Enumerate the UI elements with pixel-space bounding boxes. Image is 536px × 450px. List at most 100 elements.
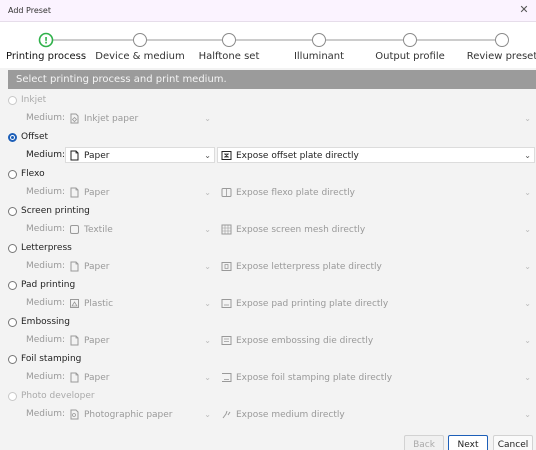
exposure-value: Expose letterpress plate directly (236, 262, 382, 272)
chevron-down-icon: ⌄ (524, 188, 531, 197)
step-pending-icon[interactable] (403, 33, 417, 47)
process-name: Pad printing (21, 280, 76, 290)
exposure-dropdown: Expose medium directly ⌄ (217, 406, 535, 422)
radio-unchecked-icon[interactable] (8, 206, 17, 216)
medium-row: Medium: Photographic paper ⌄ Expose medium … (8, 406, 536, 422)
radio-unchecked-icon[interactable] (8, 169, 17, 179)
medium-row: Medium: Plastic ⌄ Expose pad printing plate… (8, 295, 536, 311)
medium-value: Plastic (84, 299, 114, 309)
medium-row: Medium: Paper ⌄ Expose flexo plate directly… (8, 184, 536, 200)
medium-row: Medium: Textile ⌄ Expose screen mesh direct… (8, 221, 536, 237)
exposure-value: Expose medium directly (236, 410, 345, 420)
step-label[interactable]: Device & medium (95, 51, 184, 62)
step-label[interactable]: Output profile (375, 51, 445, 62)
medium-label: Medium: (26, 224, 66, 234)
radio-unchecked-icon[interactable] (8, 280, 17, 290)
medium-label: Medium: (26, 335, 66, 345)
medium-value: Paper (84, 188, 110, 198)
process-option[interactable]: Foil stamping (8, 352, 81, 366)
radio-checked-icon[interactable] (8, 132, 17, 142)
chevron-down-icon: ⌄ (204, 262, 211, 271)
exposure-dropdown[interactable]: Expose embossing die directly ⌄ (217, 332, 535, 348)
medium-value: Paper (84, 262, 110, 272)
step-label[interactable]: Halftone set (199, 51, 260, 62)
exposure-dropdown[interactable]: Expose pad printing plate directly ⌄ (217, 295, 535, 311)
medium-label: Medium: (26, 261, 66, 271)
chevron-down-icon: ⌄ (524, 225, 531, 234)
title-bar: Add Preset ✕ (0, 0, 536, 22)
window-title: Add Preset (8, 6, 51, 15)
process-option[interactable]: Flexo (8, 167, 45, 181)
chevron-down-icon: ⌄ (524, 299, 531, 308)
radio-unchecked-icon (8, 95, 17, 105)
medium-label: Medium: (26, 113, 66, 123)
exposure-dropdown[interactable]: Expose offset plate directly ⌄ (217, 147, 535, 163)
back-button[interactable]: Back (404, 435, 444, 450)
exposure-dropdown[interactable]: Expose flexo plate directly ⌄ (217, 184, 535, 200)
chevron-down-icon: ⌄ (524, 410, 531, 419)
medium-dropdown[interactable]: Paper ⌄ (65, 184, 215, 200)
medium-dropdown: Photographic paper ⌄ (65, 406, 215, 422)
exposure-value: Expose offset plate directly (236, 151, 359, 161)
instruction-banner: Select printing process and print medium… (8, 70, 536, 89)
step-pending-icon[interactable] (312, 33, 326, 47)
radio-unchecked-icon[interactable] (8, 317, 17, 327)
close-icon[interactable]: ✕ (516, 2, 532, 18)
medium-value: Photographic paper (84, 410, 173, 420)
step-label[interactable]: Illuminant (294, 51, 344, 62)
exposure-dropdown[interactable]: Expose screen mesh directly ⌄ (217, 221, 535, 237)
chevron-down-icon: ⌄ (204, 373, 211, 382)
medium-value: Inkjet paper (84, 114, 139, 124)
exposure-dropdown[interactable]: Expose letterpress plate directly ⌄ (217, 258, 535, 274)
exclamation-icon: ! (44, 37, 48, 47)
medium-value: Paper (84, 151, 110, 161)
step-label[interactable]: Printing process (6, 51, 86, 62)
exposure-value: Expose foil stamping plate directly (236, 373, 393, 383)
exposure-value: Expose screen mesh directly (236, 225, 366, 235)
step-pending-icon[interactable] (495, 33, 509, 47)
radio-unchecked-icon[interactable] (8, 354, 17, 364)
exposure-dropdown[interactable]: Expose foil stamping plate directly ⌄ (217, 369, 535, 385)
step-pending-icon[interactable] (133, 33, 147, 47)
exposure-value: Expose pad printing plate directly (236, 299, 389, 309)
step-label[interactable]: Review preset (467, 51, 536, 62)
chevron-down-icon: ⌄ (524, 114, 531, 123)
medium-dropdown[interactable]: Paper ⌄ (65, 147, 215, 163)
medium-row: Medium: Paper ⌄ Expose embossing die direct… (8, 332, 536, 348)
medium-dropdown[interactable]: Paper ⌄ (65, 332, 215, 348)
process-option[interactable]: Letterpress (8, 241, 72, 255)
chevron-down-icon: ⌄ (204, 410, 211, 419)
chevron-down-icon: ⌄ (204, 336, 211, 345)
stepper-track: ! (38, 32, 509, 48)
exposure-value: Expose embossing die directly (236, 336, 374, 346)
medium-dropdown[interactable]: Textile ⌄ (65, 221, 215, 237)
process-option: Photo developer (8, 389, 95, 403)
radio-unchecked-icon[interactable] (8, 243, 17, 253)
process-option[interactable]: Pad printing (8, 278, 75, 292)
exposure-value: Expose flexo plate directly (236, 188, 355, 198)
next-button[interactable]: Next (448, 435, 488, 450)
process-option: Inkjet (8, 93, 46, 107)
process-option[interactable]: Offset (8, 130, 48, 144)
process-option[interactable]: Embossing (8, 315, 70, 329)
chevron-down-icon: ⌄ (204, 151, 211, 160)
medium-label: Medium: (26, 409, 66, 419)
chevron-down-icon: ⌄ (524, 151, 531, 160)
medium-value: Paper (84, 336, 110, 346)
chevron-down-icon: ⌄ (204, 225, 211, 234)
chevron-down-icon: ⌄ (524, 373, 531, 382)
medium-dropdown[interactable]: Paper ⌄ (65, 369, 215, 385)
medium-dropdown[interactable]: Plastic ⌄ (65, 295, 215, 311)
medium-label: Medium: (26, 187, 66, 197)
process-name: Foil stamping (21, 354, 82, 364)
process-option[interactable]: Screen printing (8, 204, 90, 218)
medium-dropdown[interactable]: Paper ⌄ (65, 258, 215, 274)
medium-row: Medium: Paper ⌄ Expose foil stamping plate … (8, 369, 536, 385)
step-pending-icon[interactable] (222, 33, 236, 47)
medium-label: Medium: (26, 150, 66, 160)
cancel-button[interactable]: Cancel (493, 435, 533, 450)
radio-unchecked-icon (8, 391, 17, 401)
exposure-dropdown: ⌄ (217, 110, 535, 126)
process-name: Screen printing (21, 206, 90, 216)
medium-row: Medium: Paper ⌄ Expose letterpress plate di… (8, 258, 536, 274)
